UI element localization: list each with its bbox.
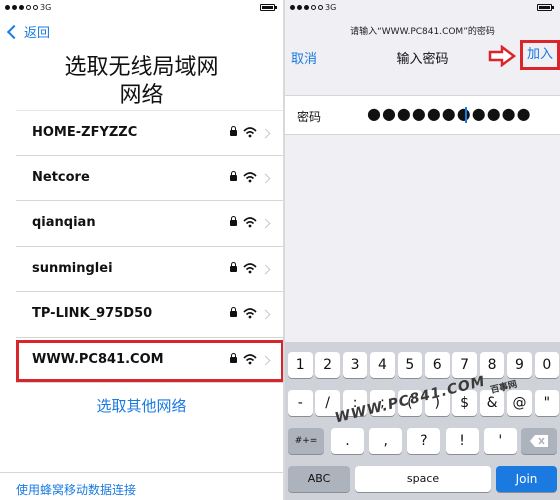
page-title: 选取无线局域网 网络 [0, 54, 283, 110]
carrier-label: 3G [325, 3, 337, 12]
wifi-icon [243, 171, 257, 182]
wifi-icon [243, 308, 257, 319]
keyboard-key[interactable]: 6 [425, 352, 450, 378]
network-row[interactable]: HOME-ZFYZZC [16, 110, 283, 156]
network-row[interactable]: sunminglei [16, 247, 283, 292]
password-label: 密码 [297, 110, 322, 124]
cellular-data-link[interactable]: 使用蜂窝移动数据连接 [16, 481, 136, 498]
nav-title: 输入密码 [396, 52, 449, 67]
keyboard-key[interactable]: " [534, 390, 560, 416]
keyboard-key[interactable]: 7 [452, 352, 477, 378]
lock-icon [230, 126, 237, 136]
keyboard-row-punctuation: #+= .,?! ' [285, 428, 560, 454]
wifi-icon [243, 262, 257, 273]
keyboard-row-numbers: 1234567890 [285, 352, 560, 378]
keyboard-row-bottom: ABC space Join [285, 466, 560, 492]
text-caret [465, 107, 467, 123]
nav-bar: 取消 输入密码 加入 [285, 40, 560, 78]
arrow-right-icon [488, 45, 516, 67]
choose-other-network-link[interactable]: 选取其他网络 [0, 395, 283, 416]
wifi-icon [243, 217, 257, 228]
battery-icon [537, 4, 554, 11]
chevron-right-icon [260, 173, 271, 183]
chevron-right-icon [260, 309, 271, 320]
status-bar: 3G [285, 0, 560, 16]
keyboard-key[interactable]: @ [507, 390, 532, 416]
chevron-right-icon [260, 264, 271, 274]
signal-dots-icon [290, 5, 323, 10]
chevron-right-icon [260, 218, 271, 229]
keyboard-key[interactable]: . [331, 428, 364, 454]
chevron-right-icon [260, 128, 271, 139]
back-button[interactable]: 返回 [6, 22, 50, 41]
network-name: HOME-ZFYZZC [32, 125, 138, 140]
keyboard-key[interactable]: 9 [507, 352, 532, 378]
lock-icon [230, 170, 237, 181]
carrier-label: 3G [40, 3, 52, 12]
keyboard: 1234567890 - /:;() $ & @ " #+= .,?! ' ABC spac… [285, 342, 560, 500]
more-symbols-key[interactable]: #+= [288, 428, 324, 454]
network-name: sunminglei [32, 260, 113, 276]
network-name: qianqian [32, 215, 96, 230]
network-row[interactable]: Netcore [16, 156, 283, 201]
network-row[interactable]: TP-LINK_975D50 [16, 292, 283, 338]
highlight-box [16, 340, 283, 382]
lock-icon [230, 216, 237, 226]
network-name: Netcore [32, 169, 90, 185]
wifi-icon [243, 127, 257, 138]
network-row[interactable]: qianqian [16, 201, 283, 247]
password-field[interactable]: ●●●●●●●●●●● [367, 104, 531, 126]
delete-key[interactable] [521, 428, 557, 454]
page-title-line1: 选取无线局域网 [64, 55, 219, 80]
password-screen: 3G 请输入“WWW.PC841.COM”的密码 取消 输入密码 加入 密码 ●… [285, 0, 560, 500]
join-key[interactable]: Join [496, 466, 557, 492]
keyboard-key[interactable]: 1 [288, 352, 313, 378]
back-label: 返回 [24, 26, 51, 41]
keyboard-key[interactable]: ? [407, 428, 441, 454]
status-bar: 3G [0, 0, 283, 16]
chevron-left-icon [6, 24, 22, 39]
page-title-line2: 网络 [119, 83, 164, 108]
keyboard-key[interactable]: 0 [534, 352, 560, 378]
password-prompt: 请输入“WWW.PC841.COM”的密码 [350, 27, 495, 37]
keyboard-key[interactable]: 2 [315, 352, 340, 378]
keyboard-key[interactable]: ! [445, 428, 479, 454]
wifi-list-screen: 3G 返回 选取无线局域网 网络 HOME-ZFYZZC Netcore qia… [0, 0, 283, 500]
password-row: 密码 ●●●●●●●●●●● [285, 95, 560, 135]
divider [0, 472, 283, 473]
keyboard-key[interactable]: , [369, 428, 403, 454]
keyboard-key[interactable]: ' [483, 428, 517, 454]
keyboard-key[interactable]: 4 [370, 352, 395, 378]
lock-icon [230, 261, 237, 272]
lock-icon [230, 307, 237, 317]
keyboard-key[interactable]: 5 [397, 352, 423, 378]
space-key[interactable]: space [355, 466, 491, 492]
signal-dots-icon [5, 5, 38, 10]
keyboard-key[interactable]: 3 [342, 352, 368, 378]
backspace-icon [530, 435, 548, 447]
battery-icon [260, 4, 277, 11]
abc-key[interactable]: ABC [288, 466, 350, 492]
join-button[interactable]: 加入 [520, 40, 560, 70]
network-name: TP-LINK_975D50 [32, 306, 153, 321]
keyboard-key[interactable]: - [288, 390, 313, 416]
